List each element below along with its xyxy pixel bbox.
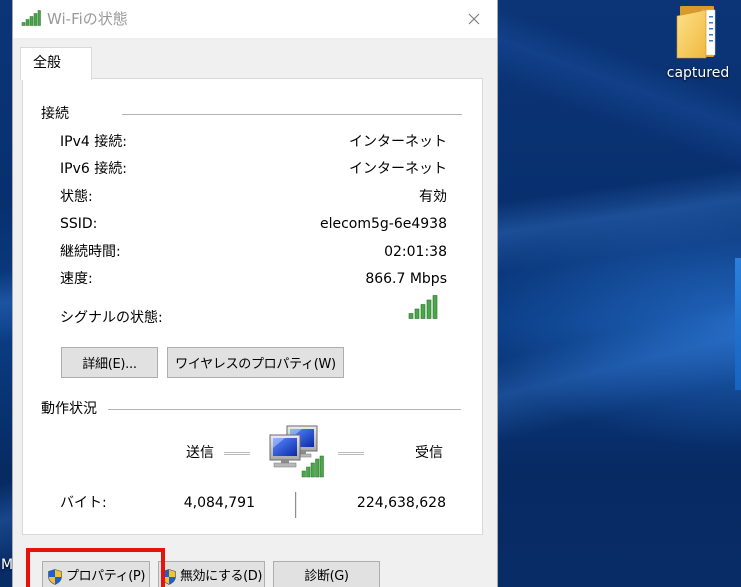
info-row-ssid: SSID: elecom5g-6e4938 <box>60 211 447 238</box>
received-activity-line <box>338 452 364 455</box>
connection-info-list: IPv4 接続: インターネット IPv6 接続: インターネット 状態: 有効… <box>60 129 447 293</box>
received-label: 受信 <box>415 445 443 461</box>
wireless-properties-button[interactable]: ワイヤレスのプロパティ(W) <box>167 347 344 378</box>
signal-bar <box>426 299 432 319</box>
signal-label: シグナルの状態: <box>60 310 163 326</box>
info-value: インターネット <box>349 134 447 150</box>
desktop-folder-captured[interactable]: captured <box>662 2 734 84</box>
wifi-signal-icon <box>21 10 41 26</box>
title-bar[interactable]: Wi-Fiの状態 <box>13 0 497 38</box>
info-row-duration: 継続時間: 02:01:38 <box>60 239 447 266</box>
signal-bar <box>432 295 438 319</box>
group-divider <box>108 409 461 410</box>
folder-icon <box>676 6 716 59</box>
info-label: IPv4 接続: <box>60 134 127 150</box>
info-value: インターネット <box>349 161 447 178</box>
info-row-state: 状態: 有効 <box>60 184 447 211</box>
details-button-label: 詳細(E)... <box>82 357 137 372</box>
info-row-speed: 速度: 866.7 Mbps <box>60 266 447 293</box>
group-title-connection: 接続 <box>41 106 69 122</box>
info-row-ipv4: IPv4 接続: インターネット <box>60 129 447 156</box>
bytes-label: バイト: <box>60 495 107 511</box>
close-button[interactable] <box>451 0 497 38</box>
window-title: Wi-Fiの状態 <box>47 10 128 28</box>
info-label: 継続時間: <box>60 243 121 260</box>
disable-button-label: 無効にする(D) <box>179 569 263 584</box>
signal-bar <box>420 304 426 319</box>
folder-label: captured <box>666 65 730 81</box>
bytes-received-value: 224,638,628 <box>356 495 446 511</box>
details-button[interactable]: 詳細(E)... <box>61 347 158 378</box>
bytes-sent-value: 4,084,791 <box>183 495 255 511</box>
info-label: 速度: <box>60 270 93 287</box>
close-icon <box>468 13 480 25</box>
tab-label: 全般 <box>33 55 61 71</box>
disable-button[interactable]: 無効にする(D) <box>158 561 265 587</box>
info-label: SSID: <box>60 216 98 233</box>
wifi-status-dialog: Wi-Fiの状態 全般 接続 IPv4 接続: インターネット IPv6 接続:… <box>12 0 498 587</box>
info-label: 状態: <box>60 188 93 205</box>
sent-label: 送信 <box>186 445 214 461</box>
sent-activity-line <box>224 452 250 455</box>
info-row-ipv6: IPv6 接続: インターネット <box>60 156 447 183</box>
group-divider <box>122 114 462 115</box>
wallpaper-light-beam <box>735 258 741 390</box>
network-computers-icon <box>269 425 324 478</box>
tab-general[interactable]: 全般 <box>20 47 92 80</box>
signal-bar <box>414 308 420 319</box>
info-value: elecom5g-6e4938 <box>319 216 447 233</box>
red-highlight-annotation <box>26 548 165 587</box>
diagnose-button[interactable]: 診断(G) <box>273 561 380 587</box>
signal-strength-icon <box>408 295 438 319</box>
info-value: 有効 <box>419 188 447 205</box>
info-value: 866.7 Mbps <box>365 270 447 287</box>
diagnose-button-label: 診断(G) <box>304 569 349 584</box>
group-title-activity: 動作状況 <box>41 401 97 417</box>
signal-bar <box>408 313 414 319</box>
info-label: IPv6 接続: <box>60 161 127 178</box>
info-value: 02:01:38 <box>384 243 447 260</box>
wireless-properties-button-label: ワイヤレスのプロパティ(W) <box>175 357 336 372</box>
general-tab-panel: 接続 IPv4 接続: インターネット IPv6 接続: インターネット 状態:… <box>22 78 483 535</box>
bytes-separator <box>295 492 297 518</box>
